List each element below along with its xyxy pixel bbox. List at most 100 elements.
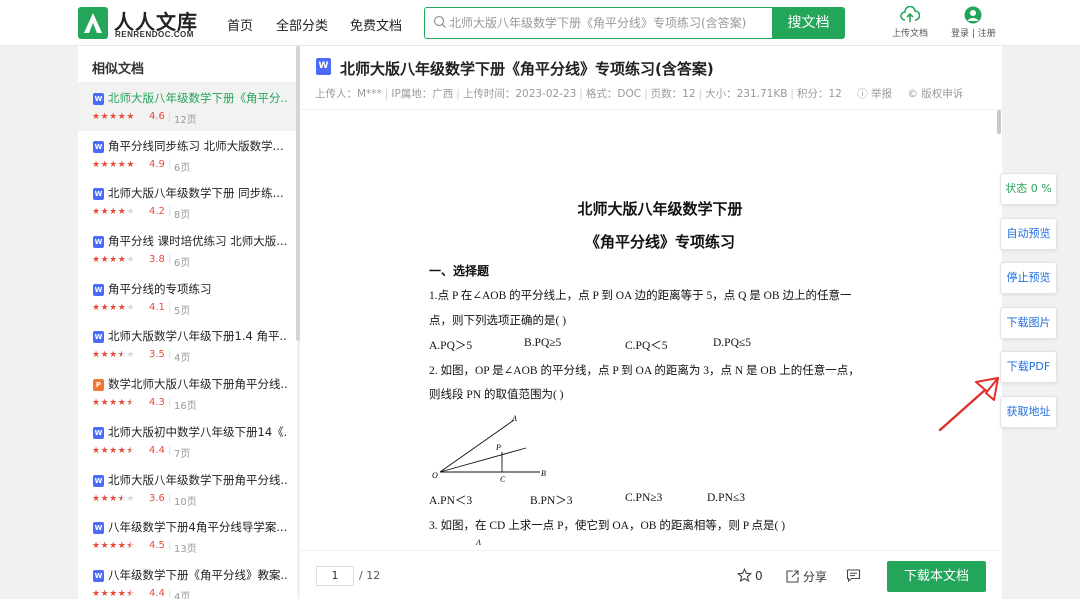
- page-number-input[interactable]: 1: [316, 566, 354, 586]
- similar-doc-item[interactable]: W 北师大版数学八年级下册1.4 角平... ★★★★★ 3.5 | 4页: [78, 321, 297, 369]
- download-pdf-button[interactable]: 下载PDF: [1000, 351, 1057, 383]
- word-doc-icon: W: [93, 426, 104, 439]
- similar-doc-title: 八年级数学下册4角平分线导学案...: [108, 520, 288, 535]
- auto-preview-button[interactable]: 自动预览: [1000, 218, 1057, 250]
- question-2-option-c: C.PN≥3: [625, 492, 663, 504]
- similar-doc-title: 北师大版数学八年级下册1.4 角平...: [108, 329, 288, 344]
- rating-score: 4.4: [149, 587, 165, 599]
- report-link[interactable]: ⓘ 举报: [857, 88, 892, 100]
- page-count: 4页: [174, 591, 191, 599]
- meta-uploader: 上传人：M***: [315, 88, 382, 100]
- comment-button[interactable]: [846, 568, 864, 583]
- star-full-icon: ★: [109, 207, 118, 218]
- search-input[interactable]: [449, 8, 769, 38]
- star-full-icon: ★: [109, 112, 118, 122]
- stop-preview-button[interactable]: 停止预览: [1000, 262, 1057, 294]
- separator: |: [168, 301, 172, 313]
- user-icon: [964, 6, 982, 24]
- rating-score: 3.6: [149, 492, 165, 504]
- separator: |: [168, 492, 172, 504]
- page-count: 10页: [174, 496, 197, 508]
- question-1-option-d: D.PQ≤5: [713, 337, 751, 349]
- rating-score: 4.3: [149, 397, 165, 409]
- similar-doc-item[interactable]: W 八年级数学下册4角平分线导学案... ★★★★★ 4.5 | 13页: [78, 512, 297, 560]
- rating-score: 4.9: [149, 158, 165, 170]
- star-full-icon: ★: [109, 302, 118, 313]
- similar-doc-item[interactable]: W 角平分线同步练习 北师大版数学... ★★★★★ 4.9 | 6页: [78, 131, 297, 179]
- word-doc-icon: W: [316, 58, 331, 75]
- download-images-button[interactable]: 下载图片: [1000, 307, 1057, 339]
- star-full-icon: ★: [100, 445, 110, 456]
- star-empty-icon: ★: [126, 350, 135, 361]
- similar-doc-item[interactable]: W 角平分线的专项练习 ★★★★★ 4.1 | 5页: [78, 274, 297, 322]
- star-full-icon: ★: [92, 350, 101, 361]
- star-icon: [736, 567, 753, 583]
- favorite-count: 0: [755, 569, 763, 583]
- site-logo[interactable]: 人人文库 RENRENDOC.COM: [78, 7, 213, 41]
- star-half-icon: ★: [126, 398, 135, 409]
- word-doc-icon: W: [93, 236, 104, 249]
- share-icon: [786, 570, 799, 583]
- similar-doc-title: 数学北师大版八年级下册角平分线...: [108, 377, 288, 392]
- page-count: 5页: [174, 305, 191, 317]
- rating-score: 3.5: [149, 349, 165, 361]
- search-button[interactable]: 搜文档: [772, 7, 845, 39]
- question-1-option-b: B.PQ≥5: [524, 337, 562, 349]
- star-full-icon: ★: [92, 493, 101, 504]
- angle-bisector-figure: A P O C B: [432, 414, 546, 484]
- star-full-icon: ★: [126, 112, 135, 122]
- star-full-icon: ★: [92, 541, 101, 552]
- copyright-link[interactable]: © 版权申诉: [907, 88, 963, 100]
- similar-doc-title: 角平分线同步练习 北师大版数学...: [108, 138, 284, 153]
- star-full-icon: ★: [100, 588, 110, 599]
- favorite-button[interactable]: 0: [736, 567, 763, 583]
- upload-doc-button[interactable]: 上传文档: [892, 6, 928, 39]
- get-address-button[interactable]: 获取地址: [1000, 396, 1057, 428]
- label-C: C: [500, 475, 506, 484]
- similar-doc-item[interactable]: W 角平分线 课时培优练习 北师大版... ★★★★★ 3.8 | 6页: [78, 226, 297, 274]
- star-full-icon: ★: [100, 350, 110, 361]
- similar-doc-item[interactable]: P 数学北师大版八年级下册角平分线... ★★★★★ 4.3 | 16页: [78, 369, 297, 417]
- divider: [300, 109, 1002, 110]
- similar-doc-item[interactable]: W 北师大版八年级数学下册 同步练... ★★★★★ 4.2 | 8页: [78, 178, 297, 226]
- rating-score: 3.8: [149, 254, 165, 266]
- preview-status-button[interactable]: 状态 0 %: [1000, 173, 1057, 205]
- separator: |: [168, 540, 172, 552]
- similar-docs-list: W 北师大版八年级数学下册《角平分... ★★★★★ 4.6 | 12页 W 角平分线同步练习…: [78, 83, 297, 599]
- star-full-icon: ★: [100, 302, 110, 313]
- word-doc-icon: W: [93, 283, 104, 296]
- document-scrollbar[interactable]: [997, 110, 1001, 134]
- download-document-button[interactable]: 下载本文档: [887, 561, 986, 592]
- nav-home[interactable]: 首页: [227, 15, 253, 34]
- sidebar-title: 相似文档: [92, 62, 145, 77]
- rating-score: 4.2: [149, 206, 165, 218]
- page-count: 6页: [174, 162, 191, 174]
- label-P: P: [495, 443, 501, 452]
- logo-mark-icon: [78, 7, 108, 39]
- alert-icon: ⓘ: [857, 88, 868, 100]
- label-A: A: [511, 414, 517, 423]
- share-button[interactable]: 分享: [785, 568, 827, 585]
- login-register-button[interactable]: 登录 | 注册: [951, 6, 996, 39]
- star-full-icon: ★: [92, 302, 101, 313]
- star-full-icon: ★: [92, 255, 101, 266]
- question-2-line-1: 2. 如图，OP 是∠AOB 的平分线，点 P 到 OA 的距离为 3，点 N …: [429, 365, 860, 377]
- rating-stars: ★★★★★: [92, 494, 135, 504]
- word-doc-icon: W: [93, 140, 104, 153]
- star-full-icon: ★: [109, 255, 118, 266]
- rating-stars: ★★★★★: [92, 589, 135, 599]
- star-full-icon: ★: [100, 207, 110, 218]
- similar-doc-item[interactable]: W 北师大版八年级数学下册角平分线... ★★★★★ 3.6 | 10页: [78, 465, 297, 513]
- similar-doc-item[interactable]: W 北师大版八年级数学下册《角平分... ★★★★★ 4.6 | 12页: [78, 83, 297, 131]
- star-full-icon: ★: [109, 350, 118, 361]
- separator: |: [168, 444, 172, 456]
- star-full-icon: ★: [100, 493, 110, 504]
- star-empty-icon: ★: [126, 255, 135, 266]
- similar-doc-item[interactable]: W 八年级数学下册《角平分线》教案... ★★★★★ 4.4 | 4页: [78, 560, 297, 599]
- rating-stars: ★★★★★: [92, 541, 135, 551]
- document-meta: 上传人：M*** | IP属地：广西 | 上传时间：2023-02-23 | 格式：DOC |…: [315, 88, 964, 100]
- similar-doc-item[interactable]: W 北师大版初中数学八年级下册14《... ★★★★★ 4.4 | 7页: [78, 417, 297, 465]
- separator: |: [168, 158, 172, 170]
- nav-all-categories[interactable]: 全部分类: [276, 15, 328, 34]
- nav-free-docs[interactable]: 免费文档: [350, 15, 402, 34]
